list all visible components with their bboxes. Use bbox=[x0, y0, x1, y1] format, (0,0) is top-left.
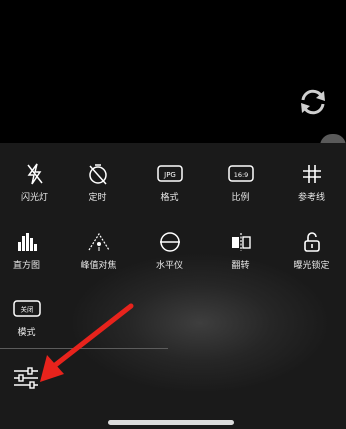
ratio-toggle[interactable]: 16:9 比例 bbox=[206, 162, 275, 212]
divider bbox=[0, 348, 168, 349]
flip-toggle[interactable]: 翻转 bbox=[206, 230, 275, 280]
ratio-label: 比例 bbox=[231, 193, 250, 203]
flip-label: 翻转 bbox=[231, 261, 250, 271]
grid-lines-icon bbox=[298, 162, 326, 186]
home-indicator bbox=[108, 420, 234, 425]
exposure-lock-label: 曝光锁定 bbox=[293, 261, 330, 271]
peaking-label: 峰值对焦 bbox=[80, 261, 117, 271]
flash-toggle[interactable]: 闪光灯 bbox=[0, 162, 69, 212]
svg-text:JPG: JPG bbox=[163, 171, 176, 179]
level-toggle[interactable]: 水平仪 bbox=[135, 230, 204, 280]
mode-toggle[interactable]: 关闭 模式 bbox=[0, 297, 61, 347]
exposure-lock-toggle[interactable]: 曝光锁定 bbox=[277, 230, 346, 280]
peaking-toggle[interactable]: 峰值对焦 bbox=[64, 230, 133, 280]
format-label: 格式 bbox=[160, 193, 179, 203]
flash-label: 闪光灯 bbox=[20, 193, 48, 203]
aspect-ratio-icon: 16:9 bbox=[227, 162, 255, 186]
mirror-flip-icon bbox=[227, 230, 255, 254]
level-label: 水平仪 bbox=[155, 261, 183, 271]
grid-label: 参考线 bbox=[297, 193, 325, 203]
flash-off-icon bbox=[21, 162, 49, 186]
settings-sliders-icon[interactable] bbox=[12, 366, 40, 390]
histogram-icon bbox=[13, 230, 41, 254]
histogram-label: 直方图 bbox=[12, 261, 40, 271]
exposure-lock-icon bbox=[298, 230, 326, 254]
timer-off-icon bbox=[84, 162, 112, 186]
mode-label: 模式 bbox=[17, 328, 36, 338]
svg-text:关闭: 关闭 bbox=[20, 305, 33, 314]
switch-camera-icon[interactable] bbox=[295, 84, 331, 120]
timer-toggle[interactable]: 定时 bbox=[63, 162, 132, 212]
grid-toggle[interactable]: 参考线 bbox=[277, 162, 346, 212]
level-icon bbox=[156, 230, 184, 254]
timer-label: 定时 bbox=[88, 193, 107, 203]
histogram-toggle[interactable]: 直方图 bbox=[0, 230, 61, 280]
mode-off-icon: 关闭 bbox=[12, 297, 41, 321]
camera-preview bbox=[0, 0, 346, 143]
format-toggle[interactable]: JPG 格式 bbox=[135, 162, 204, 212]
focus-peaking-icon bbox=[85, 230, 113, 254]
svg-text:16:9: 16:9 bbox=[233, 171, 248, 179]
jpg-format-icon: JPG bbox=[156, 162, 184, 186]
